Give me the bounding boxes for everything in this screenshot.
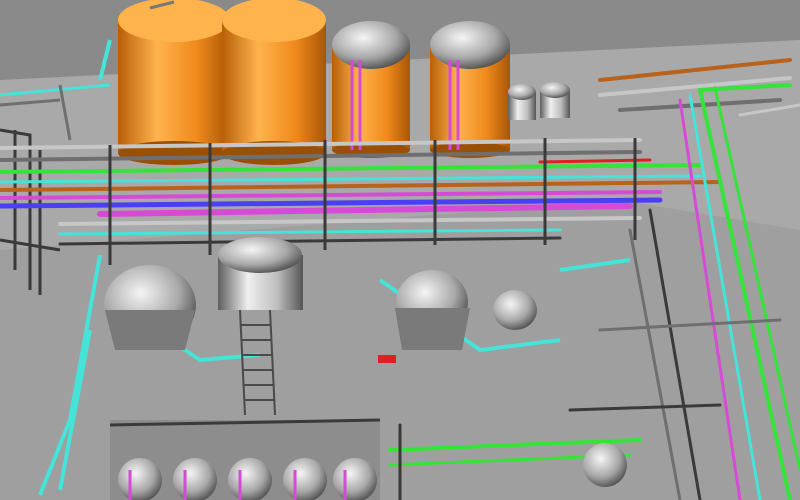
vessel-right [395,270,470,350]
vessel-center [218,237,303,310]
lower-vessels [109,418,381,500]
vessel-left [104,265,196,350]
plant-scene [0,0,800,500]
orange-tank-3 [332,21,410,158]
vessel-small [493,290,537,330]
bottom-right-vessel [583,443,627,487]
orange-tank-1 [118,0,230,165]
orange-tank-2 [222,0,326,165]
orange-tank-4 [430,21,510,158]
red-valve [378,355,396,363]
